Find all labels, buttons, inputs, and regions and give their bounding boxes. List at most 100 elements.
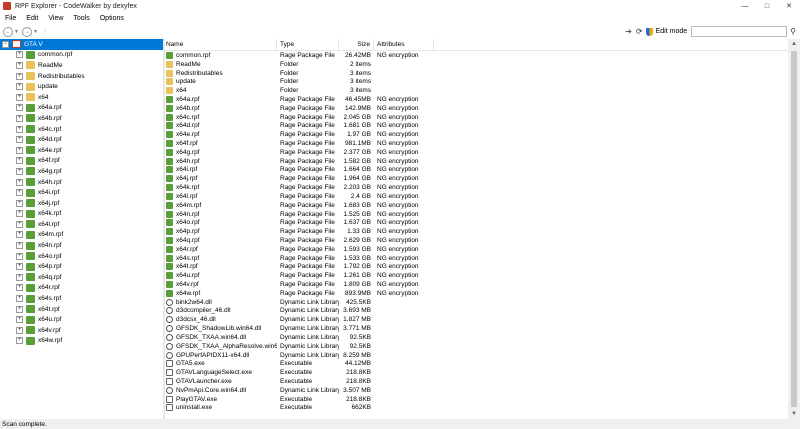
list-row[interactable]: GFSDK_TXAA.win64.dll Dynamic Link Library…: [165, 333, 788, 342]
list-row[interactable]: x64e.rpf Rage Package File 1.97 GB NG encry…: [165, 130, 788, 139]
column-header-attributes[interactable]: Attributes: [374, 39, 434, 51]
list-row[interactable]: x64c.rpf Rage Package File 2.045 GB NG encr…: [165, 113, 788, 122]
tree-item[interactable]: + x64q.rpf: [0, 272, 163, 283]
expand-icon[interactable]: +: [16, 189, 23, 197]
expand-icon[interactable]: +: [16, 316, 23, 324]
forward-dropdown-icon[interactable]: ▼: [33, 29, 38, 35]
column-header-type[interactable]: Type: [277, 39, 339, 51]
list-row[interactable]: GTAVLauncher.exe Executable 218.8KB: [165, 377, 788, 386]
list-row[interactable]: x64j.rpf Rage Package File 1.964 GB NG encr…: [165, 174, 788, 183]
expand-icon[interactable]: +: [16, 93, 23, 101]
scroll-down-icon[interactable]: ▼: [788, 409, 800, 419]
go-arrow-icon[interactable]: ➔: [625, 27, 632, 36]
expand-icon[interactable]: +: [16, 326, 23, 334]
list-row[interactable]: x64t.rpf Rage Package File 1.792 GB NG encr…: [165, 263, 788, 272]
expand-icon[interactable]: +: [16, 72, 23, 80]
tree-item[interactable]: + x64h.rpf: [0, 177, 163, 188]
expand-icon[interactable]: +: [16, 284, 23, 292]
expand-icon[interactable]: +: [16, 263, 23, 271]
list-row[interactable]: x64o.rpf Rage Package File 1.637 GB NG encr…: [165, 218, 788, 227]
tree-item[interactable]: + x64b.rpf: [0, 113, 163, 124]
tree-item[interactable]: + x64k.rpf: [0, 209, 163, 220]
menu-options[interactable]: Options: [95, 15, 129, 22]
expand-icon[interactable]: +: [16, 252, 23, 260]
expand-icon[interactable]: +: [16, 51, 23, 59]
list-row[interactable]: NvPmApi.Core.win64.dll Dynamic Link Libra…: [165, 386, 788, 395]
back-icon[interactable]: ←: [3, 26, 13, 37]
folder-tree[interactable]: − GTA V + common.rpf + ReadMe + Redistributab…: [0, 39, 163, 419]
list-row[interactable]: uninstall.exe Executable 662KB: [165, 404, 788, 413]
expand-icon[interactable]: +: [16, 61, 23, 69]
tree-item[interactable]: + x64c.rpf: [0, 124, 163, 135]
tree-item[interactable]: + x64f.rpf: [0, 156, 163, 167]
tree-item[interactable]: + ReadMe: [0, 60, 163, 71]
expand-icon[interactable]: +: [16, 210, 23, 218]
list-row[interactable]: GFSDK_TXAA_AlphaResolve.win64.dllDynamic…: [165, 342, 788, 351]
list-row[interactable]: common.rpf Rage Package File 26.42MB NG enc…: [165, 51, 788, 60]
tree-item[interactable]: + x64g.rpf: [0, 166, 163, 177]
expand-icon[interactable]: +: [16, 295, 23, 303]
expand-icon[interactable]: +: [16, 157, 23, 165]
list-row[interactable]: x64u.rpf Rage Package File 1.261 GB NG encr…: [165, 271, 788, 280]
collapse-icon[interactable]: −: [2, 40, 9, 48]
list-row[interactable]: x64k.rpf Rage Package File 2.203 GB NG encr…: [165, 183, 788, 192]
list-row[interactable]: x64i.rpf Rage Package File 1.664 GB NG encr…: [165, 166, 788, 175]
tree-item-root[interactable]: − GTA V: [0, 39, 163, 50]
vertical-scrollbar[interactable]: ▲ ▼: [788, 39, 800, 419]
list-row[interactable]: bink2w64.dll Dynamic Link Library 425.5KB: [165, 298, 788, 307]
edit-mode-button[interactable]: Edit mode: [645, 27, 687, 36]
expand-icon[interactable]: +: [16, 178, 23, 186]
file-list[interactable]: ⌃ Name Type Size Attributes common.rpf Ra…: [165, 39, 788, 419]
expand-icon[interactable]: +: [16, 83, 23, 91]
search-input[interactable]: [691, 26, 788, 37]
list-row[interactable]: x64q.rpf Rage Package File 2.629 GB NG encr…: [165, 236, 788, 245]
column-header-size[interactable]: Size: [339, 39, 374, 51]
list-row[interactable]: x64h.rpf Rage Package File 1.582 GB NG encr…: [165, 157, 788, 166]
up-arrow-icon[interactable]: ↑: [43, 27, 47, 36]
tree-item[interactable]: + update: [0, 81, 163, 92]
tree-item[interactable]: + Redistributables: [0, 71, 163, 82]
list-row[interactable]: ReadMe Folder 2 items: [165, 60, 788, 69]
list-row[interactable]: x64p.rpf Rage Package File 1.33 GB NG encry…: [165, 227, 788, 236]
search-icon[interactable]: ⚲: [790, 27, 796, 36]
list-row[interactable]: x64 Folder 3 items: [165, 86, 788, 95]
list-row[interactable]: GTA5.exe Executable 44.12MB: [165, 359, 788, 368]
tree-item[interactable]: + common.rpf: [0, 50, 163, 61]
list-row[interactable]: x64m.rpf Rage Package File 1.683 GB NG encr…: [165, 201, 788, 210]
list-row[interactable]: GFSDK_ShadowLib.win64.dll Dynamic Link Li…: [165, 324, 788, 333]
list-row[interactable]: x64s.rpf Rage Package File 1.533 GB NG encr…: [165, 254, 788, 263]
menu-view[interactable]: View: [43, 15, 68, 22]
tree-item[interactable]: + x64p.rpf: [0, 261, 163, 272]
list-row[interactable]: update Folder 3 items: [165, 77, 788, 86]
tree-item[interactable]: + x64j.rpf: [0, 198, 163, 209]
list-row[interactable]: x64f.rpf Rage Package File 981.1MB NG encry…: [165, 139, 788, 148]
tree-item[interactable]: + x64o.rpf: [0, 251, 163, 262]
list-row[interactable]: x64a.rpf Rage Package File 46.45MB NG encry…: [165, 95, 788, 104]
maximize-icon[interactable]: □: [756, 0, 778, 12]
list-row[interactable]: x64n.rpf Rage Package File 1.525 GB NG encr…: [165, 210, 788, 219]
list-row[interactable]: x64r.rpf Rage Package File 1.593 GB NG encr…: [165, 245, 788, 254]
list-row[interactable]: GPUPerfAPIDX11-x64.dll Dynamic Link Libra…: [165, 351, 788, 360]
list-row[interactable]: x64v.rpf Rage Package File 1.809 GB NG encr…: [165, 280, 788, 289]
scroll-up-icon[interactable]: ▲: [788, 39, 800, 49]
expand-icon[interactable]: +: [16, 125, 23, 133]
refresh-icon[interactable]: ⟳: [636, 27, 643, 36]
tree-item[interactable]: + x64r.rpf: [0, 283, 163, 294]
list-row[interactable]: x64w.rpf Rage Package File 893.9MB NG encry…: [165, 289, 788, 298]
list-row[interactable]: x64b.rpf Rage Package File 142.9MB NG encry…: [165, 104, 788, 113]
tree-item[interactable]: + x64a.rpf: [0, 103, 163, 114]
close-icon[interactable]: ✕: [778, 0, 800, 12]
list-row[interactable]: d3dcompiler_46.dll Dynamic Link Library 3.…: [165, 307, 788, 316]
tree-item[interactable]: + x64l.rpf: [0, 219, 163, 230]
tree-item[interactable]: + x64e.rpf: [0, 145, 163, 156]
tree-item[interactable]: + x64m.rpf: [0, 230, 163, 241]
minimize-icon[interactable]: —: [734, 0, 756, 12]
tree-item[interactable]: + x64: [0, 92, 163, 103]
list-row[interactable]: Redistributables Folder 3 items: [165, 69, 788, 78]
expand-icon[interactable]: +: [16, 136, 23, 144]
list-row[interactable]: x64d.rpf Rage Package File 1.681 GB NG encr…: [165, 122, 788, 131]
expand-icon[interactable]: +: [16, 146, 23, 154]
tree-item[interactable]: + x64s.rpf: [0, 293, 163, 304]
expand-icon[interactable]: +: [16, 220, 23, 228]
expand-icon[interactable]: +: [16, 337, 23, 345]
